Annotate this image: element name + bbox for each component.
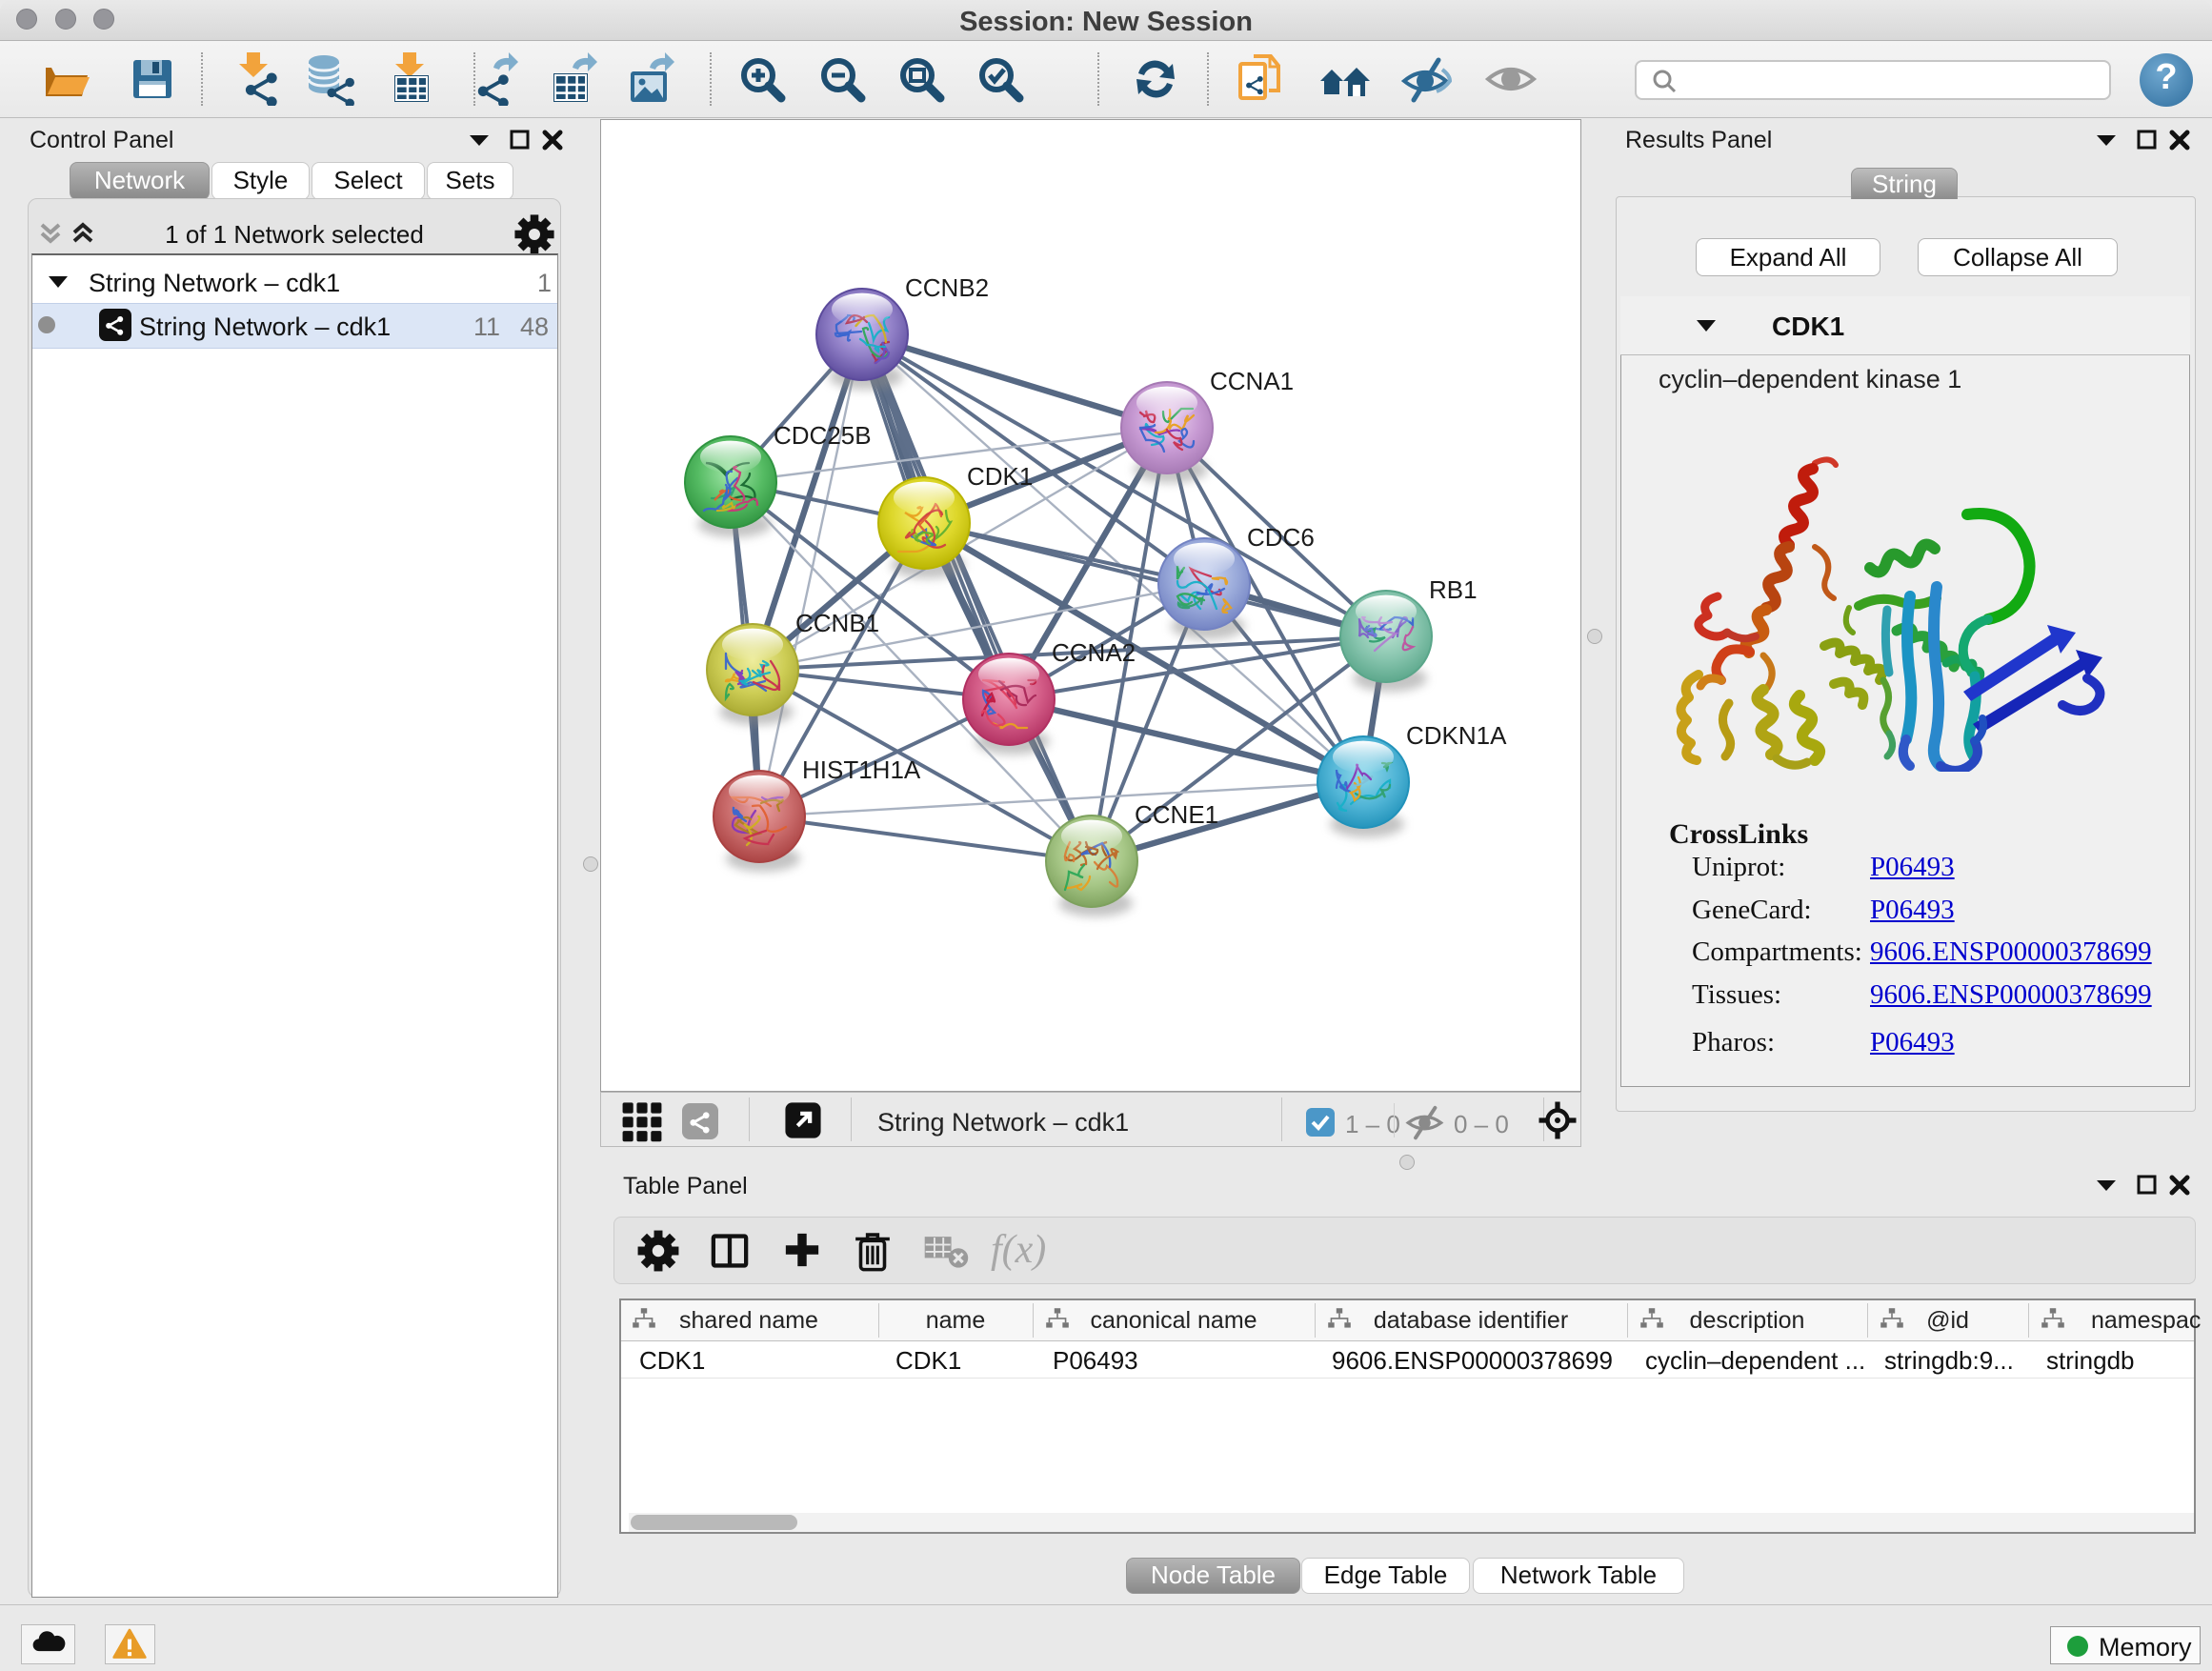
- svg-text:CCNB2: CCNB2: [905, 273, 989, 302]
- svg-text:CCNA2: CCNA2: [1052, 638, 1136, 667]
- svg-text:CCNE1: CCNE1: [1135, 800, 1218, 829]
- svg-text:HIST1H1A: HIST1H1A: [802, 755, 921, 784]
- svg-text:CDC25B: CDC25B: [774, 421, 872, 450]
- svg-text:RB1: RB1: [1429, 575, 1478, 604]
- svg-text:CDK1: CDK1: [967, 462, 1033, 491]
- svg-text:CCNB1: CCNB1: [795, 609, 879, 637]
- svg-text:CDKN1A: CDKN1A: [1406, 721, 1507, 750]
- svg-text:CDC6: CDC6: [1247, 523, 1315, 552]
- svg-text:CCNA1: CCNA1: [1210, 367, 1294, 395]
